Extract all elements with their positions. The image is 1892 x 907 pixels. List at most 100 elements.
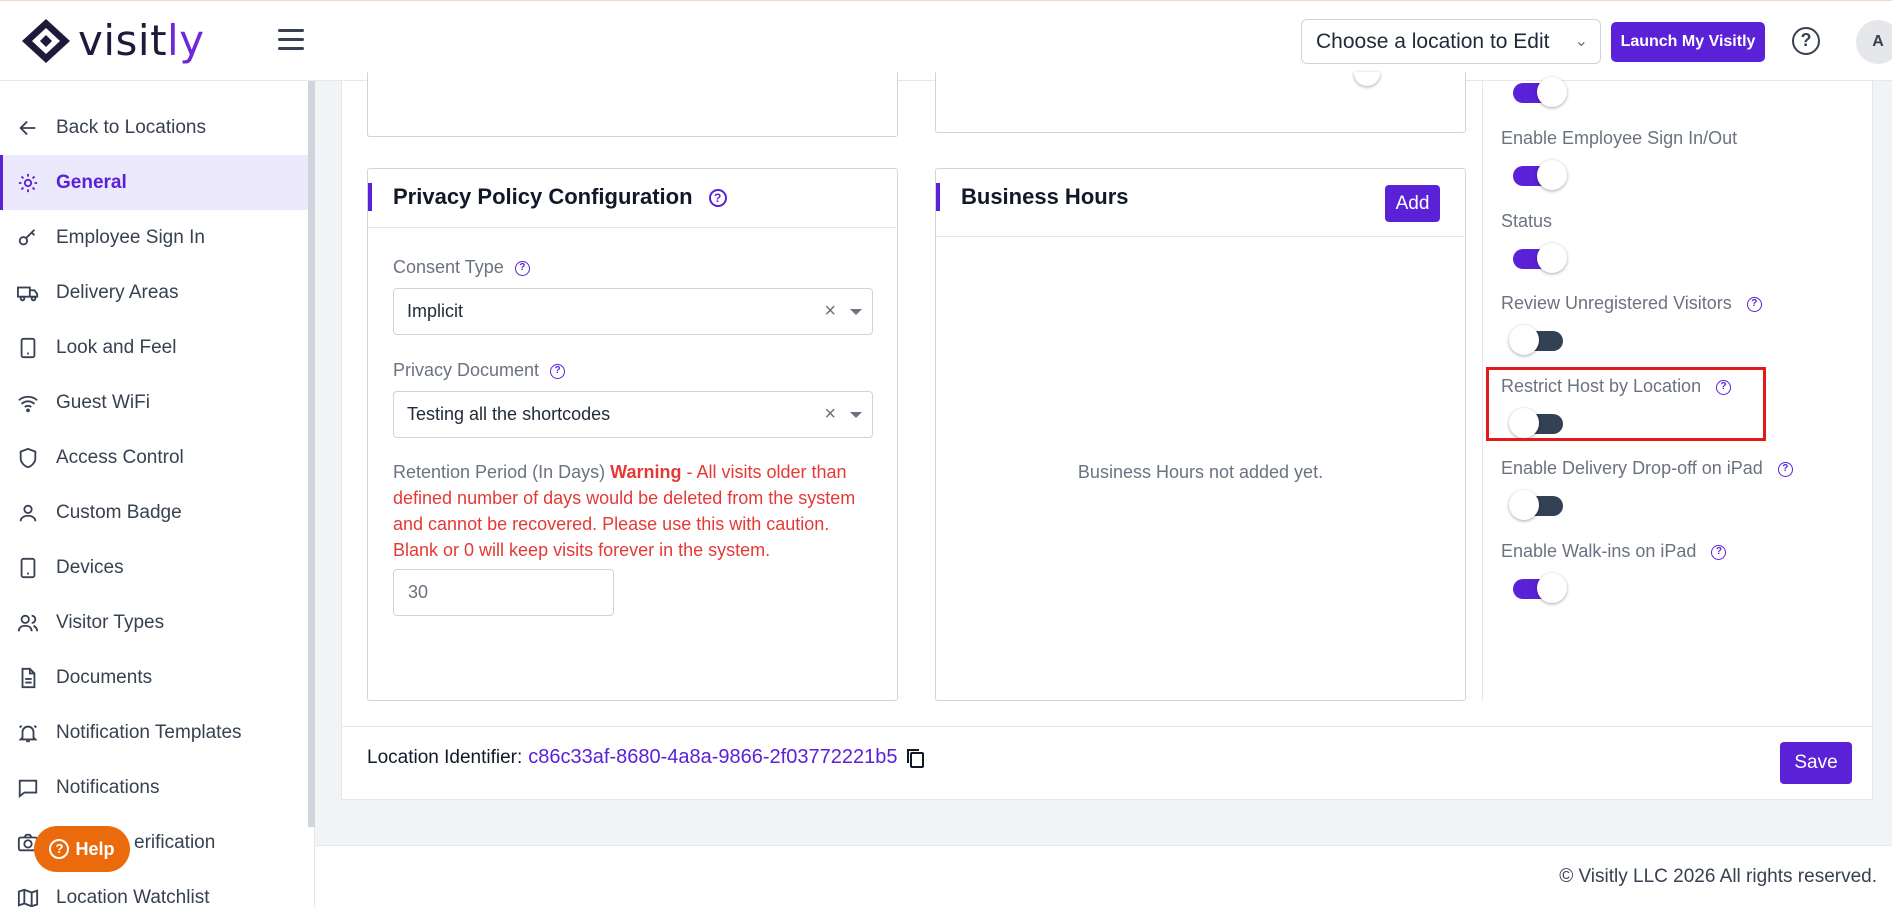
help-button-label: Help: [75, 838, 115, 859]
sidebar-item-label: Devices: [56, 556, 124, 578]
employee-sign-in-out-toggle[interactable]: [1513, 160, 1567, 190]
sidebar-item-notification-templates[interactable]: Notification Templates: [0, 705, 308, 760]
sidebar-item-label: Look and Feel: [56, 336, 177, 358]
logo-text: visitly: [78, 16, 205, 65]
location-identifier-label: Location Identifier:: [367, 746, 523, 768]
partial-toggle-knob[interactable]: [1354, 72, 1380, 86]
sidebar-scrollbar[interactable]: [308, 81, 315, 827]
sidebar-item-label: Documents: [56, 666, 153, 688]
sidebar: Back to Locations General Employee Sign …: [0, 81, 315, 907]
business-hours-title: Business Hours: [961, 184, 1129, 209]
wifi-icon: [16, 391, 40, 415]
clear-icon[interactable]: ×: [824, 289, 836, 334]
accent-bar: [936, 183, 940, 211]
arrow-left-icon: [16, 116, 40, 140]
question-circle-icon[interactable]: ?: [1777, 461, 1793, 477]
copyright-text: © Visitly LLC 2026 All rights reserved.: [1559, 866, 1877, 887]
privacy-document-select[interactable]: Testing all the shortcodes ×: [393, 391, 873, 438]
location-identifier-value[interactable]: c86c33af-8680-4a8a-9866-2f03772221b5: [528, 746, 897, 769]
business-hours-header: Business Hours Add: [936, 169, 1465, 237]
privacy-document-value: Testing all the shortcodes: [407, 404, 611, 424]
sidebar-item-back-to-locations[interactable]: Back to Locations: [0, 100, 308, 155]
page-footer: © Visitly LLC 2026 All rights reserved.: [315, 845, 1892, 907]
sidebar-item-label: Access Control: [56, 446, 184, 468]
clear-icon[interactable]: ×: [824, 392, 836, 437]
privacy-policy-header: Privacy Policy Configuration ?: [368, 169, 897, 228]
business-hours-empty-message: Business Hours not added yet.: [1077, 462, 1324, 482]
sidebar-item-devices[interactable]: Devices: [0, 540, 308, 595]
sidebar-item-label: Employee Sign In: [56, 226, 205, 248]
sidebar-item-visitor-types[interactable]: Visitor Types: [0, 595, 308, 650]
walk-ins-ipad-toggle[interactable]: [1513, 573, 1567, 603]
sidebar-item-employee-sign-in[interactable]: Employee Sign In: [0, 210, 308, 265]
upper-left-card: [367, 71, 898, 137]
location-select[interactable]: Choose a location to Edit ⌄: [1301, 19, 1601, 64]
copy-icon[interactable]: [905, 747, 925, 769]
key-icon: [16, 226, 40, 250]
truck-icon: [16, 281, 40, 305]
highlight-box: [1486, 367, 1766, 441]
menu-toggle-icon[interactable]: [278, 29, 304, 51]
status-toggle[interactable]: [1513, 243, 1567, 273]
question-circle-icon[interactable]: ?: [550, 363, 566, 379]
user-icon: [16, 501, 40, 525]
panel-divider: [342, 726, 1872, 727]
question-circle-icon[interactable]: ?: [1746, 296, 1762, 312]
chevron-down-icon: ⌄: [1574, 33, 1588, 50]
review-unregistered-visitors-label: Review Unregistered Visitors ?: [1501, 293, 1762, 314]
location-identifier: Location Identifier: c86c33af-8680-4a8a-…: [367, 746, 925, 769]
walk-ins-ipad-label: Enable Walk-ins on iPad ?: [1501, 541, 1727, 562]
sidebar-item-general[interactable]: General: [0, 155, 308, 210]
sidebar-item-label: Visitor Types: [56, 611, 165, 633]
privacy-policy-title: Privacy Policy Configuration ?: [393, 184, 727, 210]
help-button[interactable]: ? Help: [34, 826, 130, 872]
sidebar-item-label: Guest WiFi: [56, 391, 150, 413]
sidebar-item-label: Custom Badge: [56, 501, 182, 523]
add-business-hours-button[interactable]: Add: [1385, 185, 1440, 222]
delivery-dropoff-ipad-label: Enable Delivery Drop-off on iPad ?: [1501, 458, 1793, 479]
consent-type-value: Implicit: [407, 301, 464, 321]
sidebar-item-label: erification: [134, 831, 216, 853]
question-circle-icon[interactable]: ?: [708, 189, 727, 208]
sidebar-item-label: Back to Locations: [56, 116, 206, 138]
retention-period-input[interactable]: 30: [393, 569, 614, 616]
toggle-switch-top[interactable]: [1513, 77, 1567, 107]
caret-down-icon: [850, 412, 862, 418]
sidebar-item-look-and-feel[interactable]: Look and Feel: [0, 320, 308, 375]
delivery-dropoff-ipad-toggle[interactable]: [1509, 490, 1563, 520]
sidebar-item-access-control[interactable]: Access Control: [0, 430, 308, 485]
question-circle-icon[interactable]: ?: [1711, 544, 1727, 560]
sidebar-item-notifications[interactable]: Notifications: [0, 760, 308, 815]
location-select-value: Choose a location to Edit: [1316, 30, 1550, 53]
privacy-policy-card: Privacy Policy Configuration ? Consent T…: [367, 168, 898, 701]
accent-bar: [368, 183, 372, 211]
status-label: Status: [1501, 211, 1553, 231]
gear-icon: [16, 171, 40, 195]
caret-down-icon: [850, 309, 862, 315]
help-circle-icon[interactable]: ?: [1792, 27, 1820, 55]
avatar[interactable]: A: [1856, 20, 1892, 64]
chat-icon: [16, 776, 40, 800]
sidebar-item-documents[interactable]: Documents: [0, 650, 308, 705]
logo-mark-icon: [22, 19, 70, 63]
warning-word: Warning: [610, 462, 682, 482]
sidebar-item-label: Notifications: [56, 776, 160, 798]
privacy-document-label: Privacy Document ?: [393, 360, 566, 381]
sidebar-item-label: Delivery Areas: [56, 281, 179, 303]
sidebar-item-custom-badge[interactable]: Custom Badge: [0, 485, 308, 540]
sidebar-item-guest-wifi[interactable]: Guest WiFi: [0, 375, 308, 430]
sidebar-item-location-watchlist[interactable]: Location Watchlist: [0, 870, 308, 907]
save-button[interactable]: Save: [1780, 742, 1852, 784]
business-hours-card: Business Hours Add Business Hours not ad…: [935, 168, 1466, 701]
bell-icon: [16, 721, 40, 745]
launch-my-visitly-button[interactable]: Launch My Visitly: [1611, 22, 1765, 62]
visitly-logo[interactable]: visitly: [20, 17, 205, 65]
question-circle-icon[interactable]: ?: [514, 260, 530, 276]
review-unregistered-visitors-toggle[interactable]: [1509, 325, 1563, 355]
sidebar-item-label: General: [56, 171, 127, 193]
retention-warning-text: Retention Period (In Days) Warning - All…: [393, 459, 873, 563]
users-icon: [16, 611, 40, 635]
consent-type-select[interactable]: Implicit ×: [393, 288, 873, 335]
top-header: visitly Choose a location to Edit ⌄ Laun…: [0, 0, 1892, 81]
sidebar-item-delivery-areas[interactable]: Delivery Areas: [0, 265, 308, 320]
